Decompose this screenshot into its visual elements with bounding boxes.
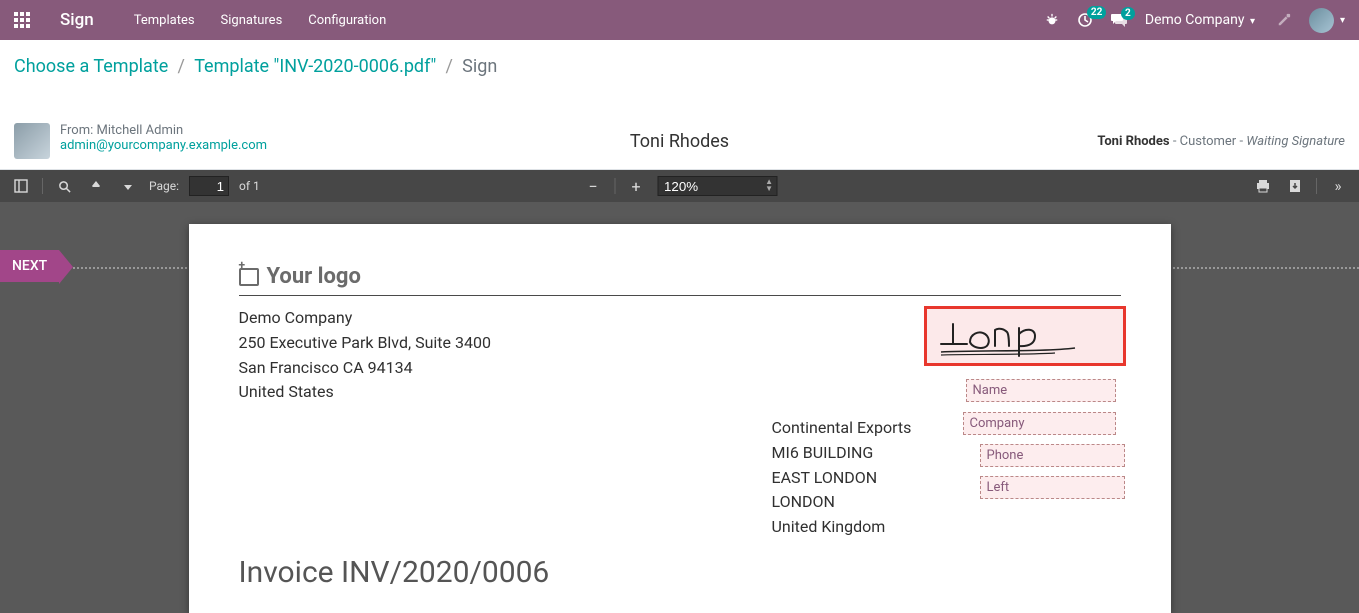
next-page-icon[interactable] bbox=[117, 175, 139, 197]
sender-avatar bbox=[14, 123, 50, 159]
nav-link-configuration[interactable]: Configuration bbox=[308, 13, 386, 28]
customer-address: Continental Exports MI6 BUILDING EAST LO… bbox=[772, 416, 912, 540]
sign-field-name[interactable]: Name bbox=[966, 379, 1116, 402]
apps-menu-icon[interactable] bbox=[14, 12, 30, 28]
user-avatar bbox=[1309, 8, 1334, 33]
bug-icon[interactable] bbox=[1045, 13, 1059, 27]
chevron-down-icon: ▾ bbox=[1250, 16, 1255, 27]
company-switcher[interactable]: Demo Company ▾ bbox=[1145, 12, 1255, 28]
company-name: Demo Company bbox=[1145, 12, 1245, 28]
next-field-button[interactable]: NEXT bbox=[0, 250, 59, 282]
camera-icon bbox=[239, 268, 259, 286]
discuss-icon[interactable]: 2 bbox=[1111, 13, 1127, 27]
activities-badge: 22 bbox=[1087, 6, 1106, 19]
nav-link-signatures[interactable]: Signatures bbox=[221, 13, 283, 28]
logo-placeholder: Your logo bbox=[239, 264, 1121, 289]
navbar-right: 22 2 Demo Company ▾ ▾ bbox=[1045, 8, 1345, 33]
customer-country: United Kingdom bbox=[772, 515, 912, 540]
signer-info-row: From: Mitchell Admin admin@yourcompany.e… bbox=[0, 115, 1359, 170]
app-brand[interactable]: Sign bbox=[60, 10, 94, 30]
download-icon[interactable] bbox=[1284, 175, 1306, 197]
breadcrumb-link[interactable]: Template "INV-2020-0006.pdf" bbox=[194, 56, 436, 77]
customer-name: Continental Exports bbox=[772, 416, 912, 441]
status-state: Waiting Signature bbox=[1246, 134, 1345, 149]
customer-line1: MI6 BUILDING bbox=[772, 441, 912, 466]
page-label: Page: bbox=[149, 179, 179, 193]
print-icon[interactable] bbox=[1252, 175, 1274, 197]
pdf-page: Your logo Demo Company 250 Executive Par… bbox=[189, 224, 1171, 613]
zoom-in-icon[interactable]: + bbox=[625, 175, 647, 197]
signer-name-center: Toni Rhodes bbox=[630, 131, 729, 152]
prev-page-icon[interactable] bbox=[85, 175, 107, 197]
breadcrumb-separator: / bbox=[178, 56, 185, 77]
from-email[interactable]: admin@yourcompany.example.com bbox=[60, 138, 267, 153]
pdf-toolbar: Page: of 1 − + ▲▼ » bbox=[0, 170, 1359, 202]
sign-field-phone[interactable]: Phone bbox=[980, 444, 1125, 467]
breadcrumb: Choose a Template / Template "INV-2020-0… bbox=[0, 40, 1359, 79]
zoom-select[interactable] bbox=[657, 176, 777, 196]
discuss-badge: 2 bbox=[1121, 7, 1135, 20]
breadcrumb-separator: / bbox=[445, 56, 452, 77]
debug-tool-icon[interactable] bbox=[1277, 13, 1291, 27]
breadcrumb-link[interactable]: Choose a Template bbox=[14, 56, 168, 77]
chevron-down-icon: ▾ bbox=[1340, 15, 1345, 26]
page-of-label: of 1 bbox=[239, 179, 260, 193]
logo-label: Your logo bbox=[267, 264, 361, 289]
find-icon[interactable] bbox=[53, 175, 75, 197]
status-signer-name: Toni Rhodes bbox=[1097, 134, 1169, 149]
signature-drawing bbox=[935, 312, 1115, 360]
page-number-input[interactable] bbox=[189, 176, 229, 196]
tools-icon[interactable]: » bbox=[1327, 175, 1349, 197]
main-navbar: Sign Templates Signatures Configuration … bbox=[0, 0, 1359, 40]
from-name: Mitchell Admin bbox=[97, 123, 184, 138]
signature-field[interactable] bbox=[924, 306, 1126, 366]
nav-links: Templates Signatures Configuration bbox=[134, 13, 387, 28]
activities-icon[interactable]: 22 bbox=[1077, 12, 1093, 28]
nav-link-templates[interactable]: Templates bbox=[134, 13, 195, 28]
sign-field-text[interactable]: Left bbox=[980, 476, 1125, 499]
customer-line2: EAST LONDON bbox=[772, 466, 912, 491]
customer-city: LONDON bbox=[772, 490, 912, 515]
sign-field-company[interactable]: Company bbox=[963, 412, 1116, 435]
user-menu[interactable]: ▾ bbox=[1309, 8, 1345, 33]
status-right: Toni Rhodes - Customer - Waiting Signatu… bbox=[1097, 134, 1345, 149]
pdf-viewer-area: NEXT Your logo Demo Company 250 Executiv… bbox=[0, 202, 1359, 613]
breadcrumb-current: Sign bbox=[462, 56, 497, 77]
from-label: From: bbox=[60, 123, 93, 138]
header-divider bbox=[239, 295, 1121, 296]
sidebar-toggle-icon[interactable] bbox=[10, 175, 32, 197]
from-block: From: Mitchell Admin admin@yourcompany.e… bbox=[14, 123, 267, 159]
status-role: Customer bbox=[1180, 134, 1237, 149]
zoom-out-icon[interactable]: − bbox=[582, 175, 604, 197]
invoice-title: Invoice INV/2020/0006 bbox=[239, 555, 1121, 590]
